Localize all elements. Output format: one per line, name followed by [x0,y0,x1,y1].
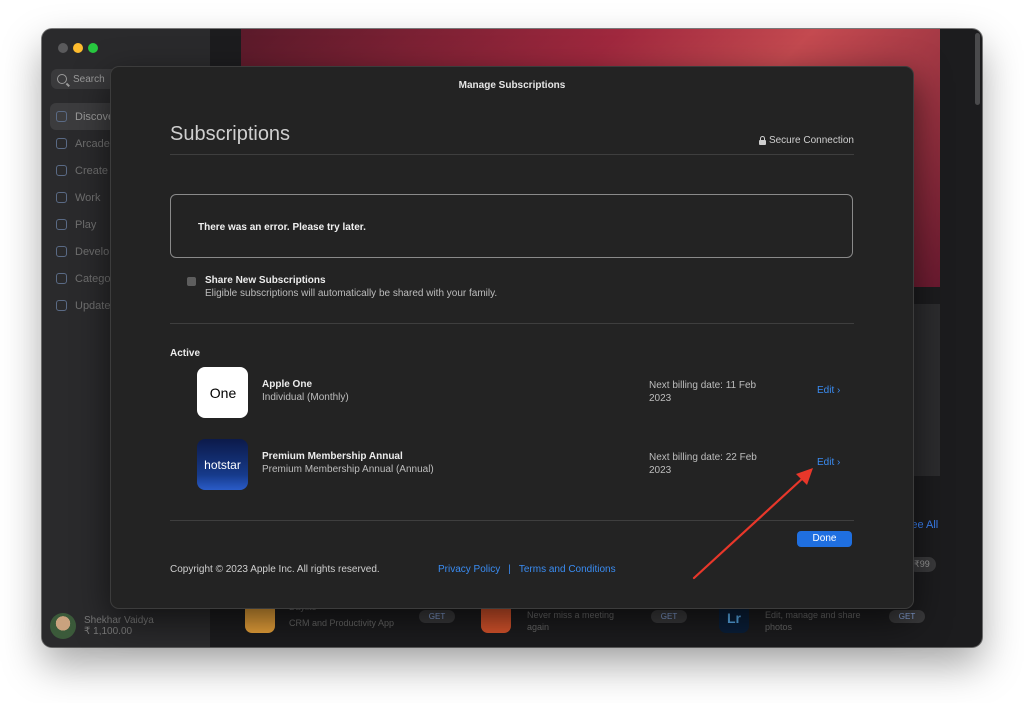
privacy-policy-link[interactable]: Privacy Policy [438,564,500,575]
sidebar-item-label: Work [75,191,101,204]
terms-link[interactable]: Terms and Conditions [519,564,616,575]
lock-icon [758,135,766,145]
sidebar-item-label: Create [75,164,109,177]
get-button[interactable]: GET [419,610,455,623]
sidebar-item-label: Develop [75,245,116,258]
dialog-title: Manage Subscriptions [458,80,566,91]
close-window-button[interactable] [58,43,68,53]
icon-label: hotstar [204,457,241,472]
rocket-icon [56,219,67,230]
billing-line: 2023 [649,393,672,404]
link-separator: | [508,564,511,575]
subscription-plan: Individual (Monthly) [262,392,349,403]
app-subtitle: CRM and Productivity App [289,618,395,628]
subscription-name: Apple One [262,379,313,390]
icon-label: One [209,384,237,401]
error-message: There was an error. Please try later. [198,222,366,233]
avatar [50,613,76,639]
subscription-plan: Premium Membership Annual (Annual) [262,464,434,475]
divider [170,520,854,521]
download-icon [56,300,67,311]
paperplane-icon [56,192,67,203]
billing-line: Next billing date: 11 Feb [649,380,757,391]
apple-one-icon: One [197,367,248,418]
brush-icon [56,165,67,176]
sidebar-item-label: Arcade [75,137,110,150]
hammer-icon [56,246,67,257]
profile-balance: ₹ 1,100.00 [84,626,133,637]
done-button[interactable]: Done [797,531,852,547]
active-section-label: Active [170,348,201,359]
divider [170,323,854,324]
divider [170,154,854,155]
share-description: Eligible subscriptions will automaticall… [205,288,498,299]
get-button[interactable]: GET [889,610,925,623]
secure-connection: Secure Connection [758,135,854,146]
zoom-window-button[interactable] [88,43,98,53]
manage-subscriptions-dialog: Manage Subscriptions Subscriptions Secur… [111,67,913,608]
profile[interactable]: Shekhar Vaidya ₹ 1,100.00 [50,613,154,639]
app-subtitle: Never miss a meeting again [527,610,615,632]
sidebar-item-label: Updates [75,299,116,312]
subscription-name: Premium Membership Annual [262,451,403,462]
secure-label: Secure Connection [768,135,854,146]
minimize-window-button[interactable] [73,43,83,53]
share-subscriptions-checkbox[interactable] [187,277,196,286]
sidebar-item-label: Play [75,218,97,231]
edit-hotstar-button[interactable]: Edit › [817,457,840,468]
page-title: Subscriptions [170,123,291,145]
app-subtitle: Edit, manage and share photos [765,610,861,632]
edit-apple-one-button[interactable]: Edit › [817,385,840,396]
subscription-row-hotstar: hotstar Premium Membership Annual Premiu… [197,439,857,491]
billing-line: 2023 [649,465,672,476]
footer-links: Privacy Policy | Terms and Conditions [438,564,616,575]
billing-date: Next billing date: 22 Feb 2023 [649,451,779,477]
search-icon [57,74,67,84]
joystick-icon [56,138,67,149]
grid-icon [56,273,67,284]
scrollbar[interactable] [975,33,980,105]
share-title: Share New Subscriptions [205,275,326,286]
billing-date: Next billing date: 11 Feb 2023 [649,379,779,405]
profile-name: Shekhar Vaidya [84,615,154,626]
star-icon [56,111,67,122]
billing-line: Next billing date: 22 Feb [649,452,757,463]
hotstar-icon: hotstar [197,439,248,490]
subscription-row-apple-one: One Apple One Individual (Monthly) Next … [197,367,857,419]
error-banner: There was an error. Please try later. [170,194,853,258]
copyright-text: Copyright © 2023 Apple Inc. All rights r… [170,564,380,575]
search-placeholder: Search [73,73,105,85]
get-button[interactable]: GET [651,610,687,623]
